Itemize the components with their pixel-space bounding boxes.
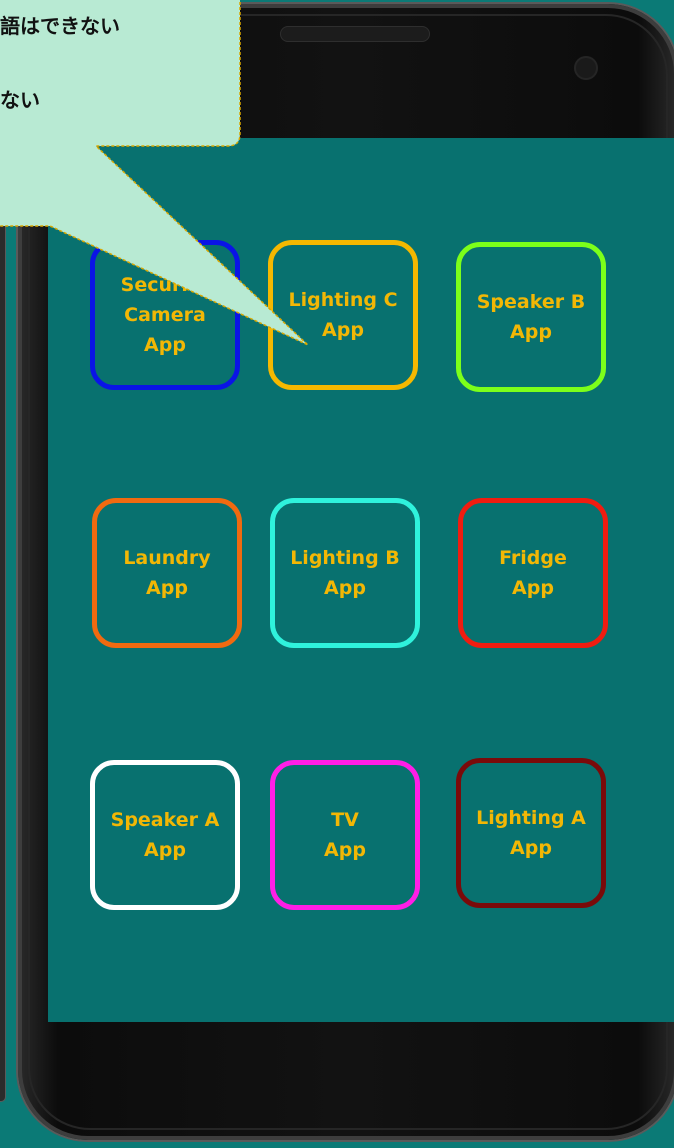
app-tv[interactable]: TV App (270, 760, 420, 910)
app-label: Lighting A App (476, 807, 586, 859)
app-label: Lighting B App (290, 547, 400, 599)
app-label: TV App (324, 809, 366, 861)
app-label: Fridge App (499, 547, 567, 599)
app-speaker-a[interactable]: Speaker A App (90, 760, 240, 910)
app-lighting-b[interactable]: Lighting B App (270, 498, 420, 648)
app-laundry[interactable]: Laundry App (92, 498, 242, 648)
callout-bubble (0, 0, 309, 346)
app-fridge[interactable]: Fridge App (458, 498, 608, 648)
callout-line-2: ない (0, 88, 40, 112)
app-label: Speaker A App (110, 809, 220, 861)
callout-line-1: 語はできない (0, 14, 120, 38)
app-label: Laundry App (123, 547, 211, 599)
app-lighting-a[interactable]: Lighting A App (456, 758, 606, 908)
